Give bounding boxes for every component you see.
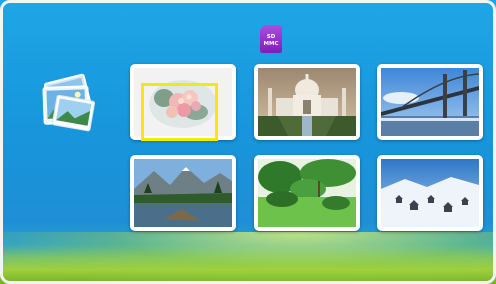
taj-mahal-photo: [258, 68, 356, 136]
mountain-lake-photo: [134, 159, 232, 227]
photo-gallery-icon: [36, 73, 100, 135]
bridge-photo: [381, 68, 479, 136]
photo-thumbnail-taj-mahal[interactable]: [254, 64, 360, 140]
photo-browser-screen: SD MMC: [0, 0, 496, 284]
photo-thumbnail-mountain-lake[interactable]: [130, 155, 236, 231]
green-park-photo: [258, 159, 356, 227]
bottom-glow: [0, 232, 496, 284]
flowers-photo: [134, 68, 232, 136]
photo-thumbnail-snow-village[interactable]: [377, 155, 483, 231]
photo-thumbnail-flowers[interactable]: [130, 64, 236, 140]
photo-thumbnail-green-park[interactable]: [254, 155, 360, 231]
storage-label-sd: SD: [266, 34, 276, 40]
snow-village-photo: [381, 159, 479, 227]
photo-thumbnail-bridge[interactable]: [377, 64, 483, 140]
storage-label-mmc: MMC: [263, 41, 279, 47]
sd-mmc-card-icon[interactable]: SD MMC: [260, 25, 282, 53]
